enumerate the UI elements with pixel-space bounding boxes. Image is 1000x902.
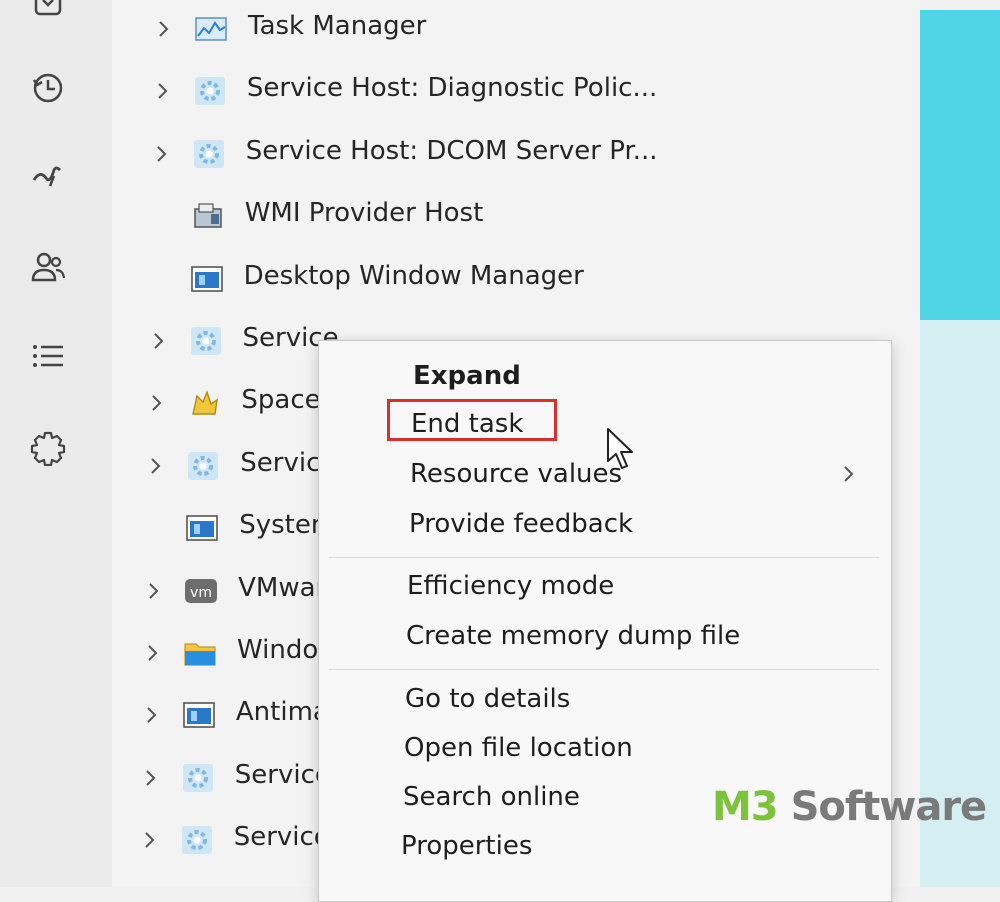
users-icon[interactable]: [26, 244, 70, 288]
menu-item-go-to-details[interactable]: Go to details: [405, 684, 570, 714]
startup-apps-icon[interactable]: [26, 156, 70, 200]
process-row[interactable]: WMI Provider Host: [112, 185, 752, 247]
process-row[interactable]: Task Manager: [112, 0, 752, 60]
chevron-right-icon[interactable]: [153, 81, 173, 101]
menu-separator: [329, 557, 879, 558]
wmi-icon: [191, 201, 225, 231]
services-icon[interactable]: [26, 426, 70, 470]
menu-item-efficiency-mode[interactable]: Efficiency mode: [407, 571, 614, 601]
menu-separator: [329, 669, 879, 670]
mouse-cursor-icon: [607, 428, 633, 469]
chevron-right-icon[interactable]: [140, 830, 160, 850]
menu-item-resource-values[interactable]: Resource values: [410, 459, 622, 489]
process-name: Antima: [235, 697, 329, 728]
window-icon: [190, 264, 224, 294]
folder-icon: [183, 638, 217, 668]
task-manager-icon: [194, 14, 228, 44]
menu-item-search-online[interactable]: Search online: [403, 782, 580, 812]
window-icon: [182, 700, 216, 730]
process-row[interactable]: Service Host: Diagnostic Polic...: [112, 60, 752, 122]
submenu-chevron-icon: [844, 466, 854, 482]
chevron-right-icon[interactable]: [152, 144, 172, 164]
process-name: Service Host: Diagnostic Polic...: [246, 73, 658, 104]
process-name: Service Host: DCOM Server Pr...: [245, 135, 658, 166]
chevron-right-icon[interactable]: [143, 643, 163, 663]
chevron-right-icon[interactable]: [147, 393, 167, 413]
window-icon: [185, 513, 219, 543]
process-row[interactable]: Service Host: DCOM Server Pr...: [112, 123, 752, 185]
watermark-logo: M3 Software: [712, 784, 987, 830]
spacesniffer-icon: [187, 388, 221, 418]
svg-text:vm: vm: [190, 585, 212, 601]
menu-item-provide-feedback[interactable]: Provide feedback: [409, 509, 633, 539]
process-name: VMwar: [238, 572, 327, 603]
gear-icon: [193, 76, 227, 106]
process-row[interactable]: Desktop Window Manager: [112, 248, 752, 310]
process-name: WMI Provider Host: [244, 198, 484, 229]
menu-item-create-memory-dump[interactable]: Create memory dump file: [406, 621, 740, 651]
chevron-right-icon[interactable]: [144, 581, 164, 601]
nav-partial-icon[interactable]: [26, 0, 70, 26]
menu-item-expand[interactable]: Expand: [413, 361, 521, 391]
chevron-right-icon[interactable]: [149, 331, 169, 351]
preview-panel-top: [920, 10, 1000, 320]
chevron-right-icon[interactable]: [154, 19, 174, 39]
menu-item-open-file-location[interactable]: Open file location: [404, 733, 633, 763]
vmware-icon: vm: [184, 576, 218, 606]
process-name: Task Manager: [248, 11, 427, 41]
chevron-right-icon[interactable]: [146, 456, 166, 476]
gear-icon: [181, 763, 215, 793]
gear-icon: [180, 825, 214, 855]
details-icon[interactable]: [26, 334, 70, 378]
gear-icon: [192, 139, 226, 169]
gear-icon: [189, 326, 223, 356]
process-name: Desktop Window Manager: [243, 260, 584, 291]
gear-icon: [186, 451, 220, 481]
nav-rail: [0, 0, 112, 887]
chevron-right-icon[interactable]: [141, 768, 161, 788]
menu-item-properties[interactable]: Properties: [401, 831, 532, 861]
process-name: Service: [234, 759, 331, 790]
app-history-icon[interactable]: [26, 66, 70, 110]
menu-item-end-task[interactable]: End task: [411, 409, 523, 439]
chevron-right-icon[interactable]: [142, 705, 162, 725]
process-name: Service: [233, 822, 330, 853]
